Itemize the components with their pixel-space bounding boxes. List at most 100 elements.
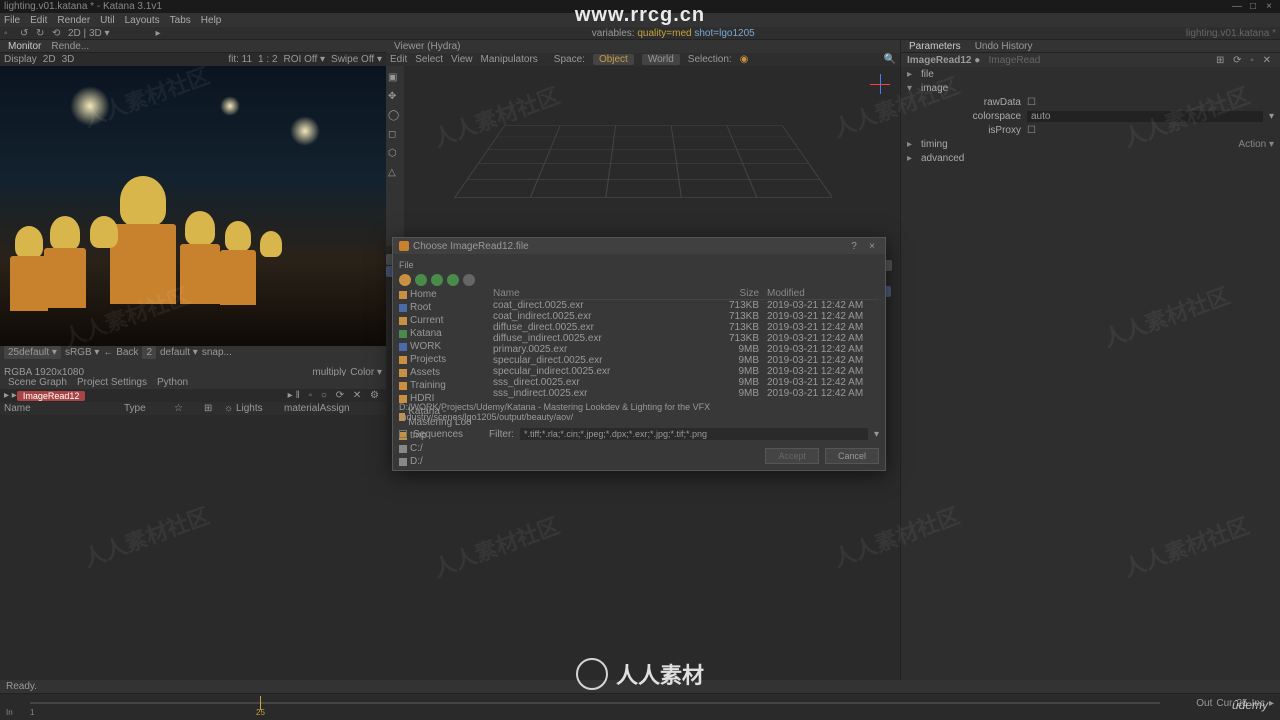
file-row[interactable]: coat_direct.0025.exr713KB2019-03-21 12:4… xyxy=(493,300,879,311)
file-row[interactable]: primary.0025.exr9MB2019-03-21 12:42 AM xyxy=(493,344,879,355)
tree-item[interactable]: WORK xyxy=(399,340,489,353)
tab-python[interactable]: Python xyxy=(157,377,188,388)
tree-item[interactable]: Home xyxy=(399,288,489,301)
mon-roi[interactable]: ROI Off ▾ xyxy=(284,54,326,65)
tool-rotate[interactable]: ◯ xyxy=(388,110,402,121)
mon-2d[interactable]: 2D xyxy=(43,54,56,65)
tab-project-settings[interactable]: Project Settings xyxy=(77,377,147,388)
mon-ratio[interactable]: 1 : 2 xyxy=(258,54,277,65)
sg-col-i1[interactable]: ☆ xyxy=(174,403,204,414)
tool-scale[interactable]: ◻ xyxy=(388,129,402,140)
tree-item[interactable]: C:/ xyxy=(399,442,489,455)
param-hdr-icons[interactable]: ⊞ ⟳ ◦ ✕ xyxy=(1216,55,1274,66)
d-tb-2[interactable] xyxy=(415,274,427,286)
dialog-close[interactable]: × xyxy=(865,241,879,252)
file-row[interactable]: sss_direct.0025.exr9MB2019-03-21 12:42 A… xyxy=(493,377,879,388)
param-file[interactable]: ▸file xyxy=(901,67,1280,81)
tool-6[interactable]: △ xyxy=(388,167,402,178)
tab-render[interactable]: Rende... xyxy=(51,41,89,52)
tl-out[interactable]: Out xyxy=(1196,698,1212,709)
tb-icon-4[interactable]: ⟲ xyxy=(52,28,62,38)
menu-help[interactable]: Help xyxy=(201,15,222,26)
menu-edit[interactable]: Edit xyxy=(30,15,47,26)
checkbox-icon[interactable]: ☐ xyxy=(1027,125,1036,136)
param-isproxy[interactable]: isProxy ☐ xyxy=(901,123,1280,137)
colorspace-input[interactable]: auto xyxy=(1027,111,1263,122)
filter-input[interactable] xyxy=(520,428,868,440)
viewport-3d[interactable]: ▣ ✥ ◯ ◻ ⬡ △ xyxy=(386,66,900,246)
tab-parameters[interactable]: Parameters xyxy=(909,41,961,52)
v-world[interactable]: World xyxy=(642,54,680,65)
tree-item[interactable]: Projects xyxy=(399,353,489,366)
dialog-path[interactable]: D:/WORK/Projects/Udemy/Katana - Masterin… xyxy=(399,398,879,426)
cancel-button[interactable]: Cancel xyxy=(825,448,879,464)
dialog-tree[interactable]: HomeRootCurrentKatanaWORKProjectsAssetsT… xyxy=(399,288,489,398)
mon-display[interactable]: Display xyxy=(4,54,37,65)
d-tb-5[interactable] xyxy=(463,274,475,286)
seq-checkbox[interactable] xyxy=(399,430,407,438)
tb-icon-1[interactable]: ◦ xyxy=(4,28,14,38)
mon-back[interactable]: ← Back xyxy=(103,347,138,358)
col-modified[interactable]: Modified xyxy=(759,288,879,299)
checkbox-icon[interactable]: ☐ xyxy=(1027,97,1036,108)
param-colorspace[interactable]: colorspace auto ▾ xyxy=(901,109,1280,123)
tree-item[interactable]: D:/ xyxy=(399,455,489,468)
var-shot[interactable]: shot=lgo1205 xyxy=(694,28,754,39)
scenegraph-body[interactable] xyxy=(0,415,386,680)
mon-default[interactable]: default ▾ xyxy=(160,347,198,358)
tl-in[interactable]: In xyxy=(6,708,13,717)
param-rawdata[interactable]: rawData ☐ xyxy=(901,95,1280,109)
sg-col-name[interactable]: Name xyxy=(4,403,124,414)
param-advanced[interactable]: ▸advanced xyxy=(901,151,1280,165)
window-minimize[interactable]: — xyxy=(1230,1,1244,12)
tb-render-icon[interactable]: ▸ xyxy=(156,28,161,39)
mon-swipe[interactable]: Swipe Off ▾ xyxy=(331,54,382,65)
v-view[interactable]: View xyxy=(451,54,473,65)
var-quality[interactable]: quality=med xyxy=(637,28,691,39)
sg-col-lights[interactable]: ☼ Lights xyxy=(224,403,284,414)
dropdown-icon[interactable]: ▾ xyxy=(1269,111,1274,122)
file-row[interactable]: diffuse_indirect.0025.exr713KB2019-03-21… xyxy=(493,333,879,344)
menu-render[interactable]: Render xyxy=(57,15,90,26)
param-timing[interactable]: ▸timingAction ▾ xyxy=(901,137,1280,151)
file-row[interactable]: specular_indirect.0025.exr9MB2019-03-21 … xyxy=(493,366,879,377)
window-maximize[interactable]: □ xyxy=(1246,1,1260,12)
mon-3d[interactable]: 3D xyxy=(62,54,75,65)
filter-dropdown-icon[interactable]: ▾ xyxy=(874,429,879,440)
tb-icon-3[interactable]: ↻ xyxy=(36,28,46,38)
d-tb-4[interactable] xyxy=(447,274,459,286)
mon-frame[interactable]: 25default ▾ xyxy=(4,346,61,359)
menu-util[interactable]: Util xyxy=(100,15,114,26)
tool-move[interactable]: ✥ xyxy=(388,91,402,102)
tl-play[interactable]: ▸ xyxy=(1269,698,1274,709)
dialog-file-menu[interactable]: File xyxy=(399,258,879,272)
tree-item[interactable]: Training xyxy=(399,379,489,392)
mon-lut[interactable]: sRGB ▾ xyxy=(65,347,99,358)
dialog-file-list[interactable]: Name Size Modified coat_direct.0025.exr7… xyxy=(493,288,879,398)
tb-icon-2[interactable]: ↺ xyxy=(20,28,30,38)
col-name[interactable]: Name xyxy=(493,288,709,299)
tab-viewer[interactable]: Viewer (Hydra) xyxy=(394,41,461,52)
file-row[interactable]: coat_indirect.0025.exr713KB2019-03-21 12… xyxy=(493,311,879,322)
mon-num[interactable]: 2 xyxy=(142,346,156,359)
d-tb-1[interactable] xyxy=(399,274,411,286)
tab-monitor[interactable]: Monitor xyxy=(8,41,41,52)
tab-scenegraph[interactable]: Scene Graph xyxy=(8,377,67,388)
col-size[interactable]: Size xyxy=(709,288,759,299)
dialog-help[interactable]: ? xyxy=(847,241,861,252)
sg-icons[interactable]: ▸‖ ◦ ○ ⟳ ✕ ⚙ xyxy=(288,390,382,401)
v-edit[interactable]: Edit xyxy=(390,54,407,65)
tab-undo[interactable]: Undo History xyxy=(975,41,1033,52)
v-sel-icon[interactable]: ◉ xyxy=(740,54,749,65)
v-search-icon[interactable]: 🔍 xyxy=(884,54,896,65)
tool-5[interactable]: ⬡ xyxy=(388,148,402,159)
sg-col-i2[interactable]: ⊞ xyxy=(204,403,224,414)
dialog-titlebar[interactable]: Choose ImageRead12.file ? × xyxy=(393,238,885,254)
axis-gizmo[interactable] xyxy=(870,74,890,94)
file-row[interactable]: sss_indirect.0025.exr9MB2019-03-21 12:42… xyxy=(493,388,879,399)
menu-layouts[interactable]: Layouts xyxy=(125,15,160,26)
file-row[interactable]: specular_direct.0025.exr9MB2019-03-21 12… xyxy=(493,355,879,366)
monitor-viewport[interactable] xyxy=(0,66,386,346)
v-object[interactable]: Object xyxy=(593,54,634,65)
tree-item[interactable]: Root xyxy=(399,301,489,314)
